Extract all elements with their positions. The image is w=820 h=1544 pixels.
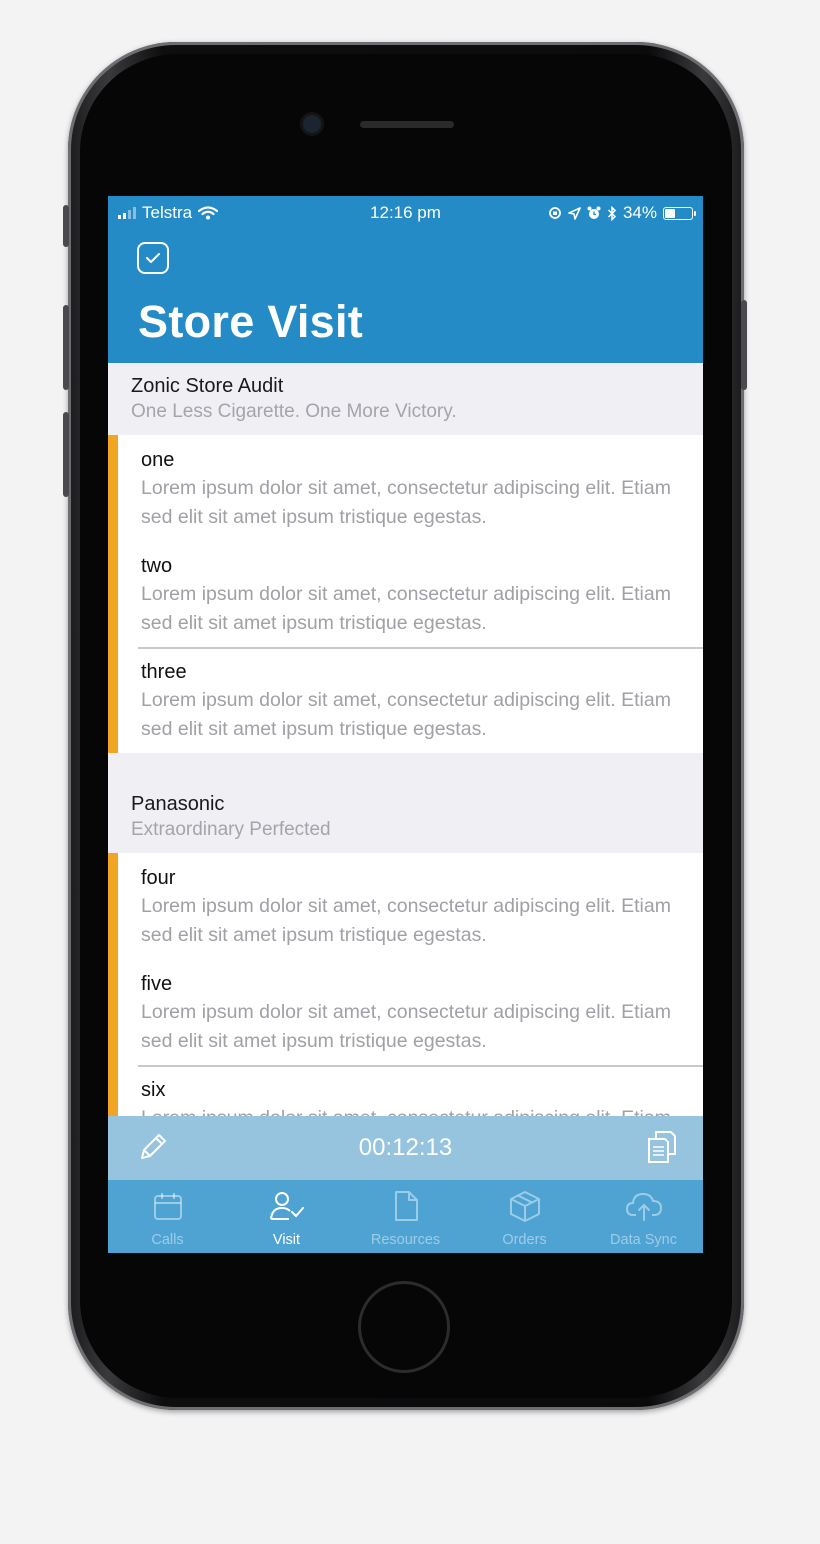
item-title: one xyxy=(141,449,175,471)
item-title: three xyxy=(141,661,187,683)
tab-orders[interactable]: Orders xyxy=(465,1180,584,1253)
list-item[interactable]: one Lorem ipsum dolor sit amet, consecte… xyxy=(108,435,703,541)
list-item[interactable]: four Lorem ipsum dolor sit amet, consect… xyxy=(108,853,703,959)
silent-switch xyxy=(63,205,69,247)
list-item[interactable]: six Lorem ipsum dolor sit amet, consecte… xyxy=(108,1065,703,1116)
item-description: Lorem ipsum dolor sit amet, consectetur … xyxy=(141,689,671,740)
location-icon xyxy=(568,206,581,220)
checkbox-icon[interactable] xyxy=(137,242,169,274)
item-title: two xyxy=(141,555,173,577)
volume-up-button xyxy=(63,305,69,390)
app-screen: Telstra 12:16 pm 34% Store Visit Zonic S… xyxy=(108,196,703,1253)
item-description: Lorem ipsum dolor sit amet, consectetur … xyxy=(141,583,671,634)
tab-label: Resources xyxy=(370,1232,441,1248)
visit-list[interactable]: Zonic Store Audit One Less Cigarette. On… xyxy=(108,363,703,1116)
visit-timer: 00:12:13 xyxy=(358,1134,453,1161)
document-icon xyxy=(391,1190,421,1227)
tab-label: Orders xyxy=(502,1232,547,1248)
tab-data-sync[interactable]: Data Sync xyxy=(584,1180,703,1253)
list-item[interactable]: three Lorem ipsum dolor sit amet, consec… xyxy=(108,647,703,753)
power-button xyxy=(741,300,747,390)
earpiece-speaker xyxy=(360,121,454,128)
bluetooth-icon xyxy=(607,205,617,221)
tab-calls[interactable]: Calls xyxy=(108,1180,227,1253)
tab-visit[interactable]: Visit xyxy=(227,1180,346,1253)
item-description: Lorem ipsum dolor sit amet, consectetur … xyxy=(141,1104,683,1116)
battery-icon xyxy=(663,206,696,220)
item-title: four xyxy=(141,867,176,889)
tab-label: Visit xyxy=(272,1232,301,1248)
timer-bar: 00:12:13 xyxy=(108,1116,703,1180)
item-description: Lorem ipsum dolor sit amet, consectetur … xyxy=(141,1001,671,1052)
alarm-icon xyxy=(587,206,601,219)
section-subtitle: Extraordinary Perfected xyxy=(131,819,331,840)
front-camera xyxy=(303,115,321,133)
item-title: six xyxy=(141,1079,166,1101)
tab-bar: Calls Visit Resources Orders Data Sync xyxy=(108,1180,703,1253)
section-subtitle: One Less Cigarette. One More Victory. xyxy=(131,401,457,422)
section-title: Zonic Store Audit xyxy=(131,375,284,397)
cloud-upload-icon xyxy=(625,1190,663,1227)
tab-label: Calls xyxy=(151,1232,184,1248)
tab-label: Data Sync xyxy=(610,1232,677,1248)
volume-down-button xyxy=(63,412,69,497)
documents-icon[interactable] xyxy=(647,1130,677,1169)
section-header: Zonic Store Audit One Less Cigarette. On… xyxy=(108,363,703,435)
tab-resources[interactable]: Resources xyxy=(346,1180,465,1253)
list-item[interactable]: five Lorem ipsum dolor sit amet, consect… xyxy=(108,959,703,1065)
status-bar: Telstra 12:16 pm 34% xyxy=(108,196,703,230)
status-right: 34% xyxy=(548,203,696,223)
calendar-icon xyxy=(152,1190,184,1227)
list-item[interactable]: two Lorem ipsum dolor sit amet, consecte… xyxy=(108,541,703,647)
section-header: Panasonic Extraordinary Perfected xyxy=(108,753,703,853)
item-title: five xyxy=(141,973,173,995)
page-title: Store Visit xyxy=(138,296,364,347)
rotation-lock-icon xyxy=(549,207,561,219)
item-description: Lorem ipsum dolor sit amet, consectetur … xyxy=(141,477,671,528)
home-button[interactable] xyxy=(358,1281,450,1373)
battery-percent: 34% xyxy=(622,203,657,222)
box-icon xyxy=(508,1190,542,1227)
item-description: Lorem ipsum dolor sit amet, consectetur … xyxy=(141,895,671,946)
app-header: Telstra 12:16 pm 34% Store Visit xyxy=(108,196,703,363)
person-check-icon xyxy=(269,1190,305,1227)
section-title: Panasonic xyxy=(131,793,225,815)
